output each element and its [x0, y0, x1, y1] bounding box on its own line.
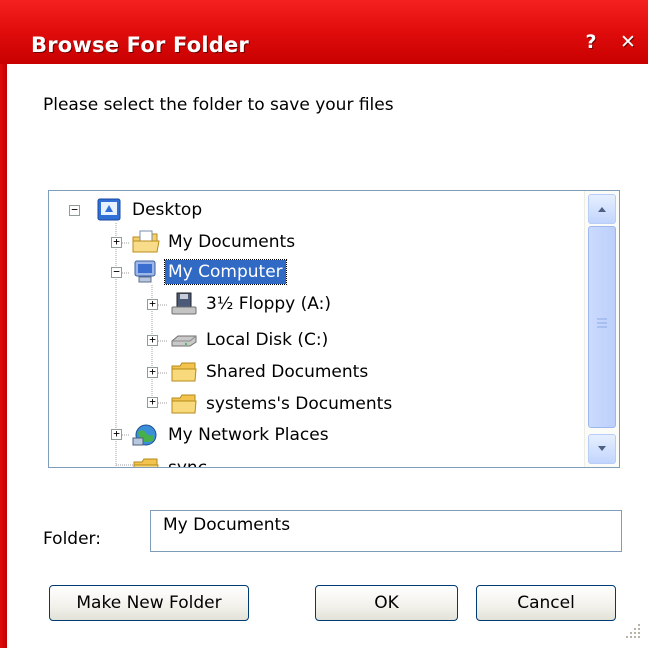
expander-floppy[interactable]: +: [147, 298, 158, 310]
folder-icon: [171, 362, 197, 382]
folder-label: Folder:: [43, 529, 101, 549]
hard-disk-icon: [171, 335, 197, 347]
scroll-down-button[interactable]: [588, 434, 616, 464]
floppy-drive-icon: [171, 292, 197, 315]
network-places-icon: [132, 424, 157, 446]
tree-item-label: systems's Documents: [206, 394, 393, 414]
instruction-text: Please select the folder to save your fi…: [43, 95, 394, 115]
tree-item-sync[interactable]: sync: [131, 453, 210, 468]
arrow-up-icon: [598, 207, 606, 212]
tree-item-label: Shared Documents: [206, 362, 369, 382]
window-title: Browse For Folder: [31, 33, 249, 57]
tree-item-shared-documents[interactable]: Shared Documents: [169, 357, 371, 387]
tree-item-desktop[interactable]: Desktop: [95, 195, 205, 225]
close-button[interactable]: ✕: [617, 30, 639, 54]
tree-item-my-documents[interactable]: My Documents: [131, 227, 298, 257]
tree-item-label: My Documents: [168, 232, 296, 252]
expander-my-computer[interactable]: −: [111, 266, 122, 278]
tree-item-network-places[interactable]: My Network Places: [131, 420, 332, 450]
tree-vertical-scrollbar[interactable]: [584, 191, 619, 467]
expander-my-documents[interactable]: +: [111, 236, 122, 248]
tree-item-label: Local Disk (C:): [206, 330, 329, 350]
make-new-folder-button[interactable]: Make New Folder: [49, 585, 249, 621]
expander-shared-documents[interactable]: +: [147, 366, 158, 378]
scroll-up-button[interactable]: [588, 194, 616, 224]
browse-for-folder-dialog: Browse For Folder ? ✕ Please select the …: [0, 0, 648, 648]
folder-name-input[interactable]: [150, 510, 622, 552]
my-computer-icon: [134, 260, 156, 283]
cancel-button[interactable]: Cancel: [476, 585, 616, 621]
folder-icon: [133, 458, 159, 467]
tree-item-label: 3½ Floppy (A:): [206, 294, 331, 314]
folder-icon: [171, 394, 197, 414]
expander-desktop[interactable]: −: [69, 204, 80, 216]
window-left-border: [0, 64, 7, 648]
my-documents-icon: [132, 230, 160, 253]
expander-systems-documents[interactable]: +: [147, 396, 158, 408]
ok-button[interactable]: OK: [315, 585, 458, 621]
tree-item-floppy[interactable]: 3½ Floppy (A:): [169, 289, 334, 319]
help-button[interactable]: ?: [580, 30, 602, 54]
tree-item-label: sync: [168, 458, 208, 468]
grip-lines-icon: [597, 318, 607, 328]
desktop-icon: [97, 198, 121, 221]
arrow-down-icon: [598, 446, 606, 451]
tree-item-systems-documents[interactable]: systems's Documents: [169, 389, 395, 419]
tree-item-label: My Network Places: [168, 425, 329, 445]
resize-grip-icon[interactable]: [622, 620, 644, 642]
tree-item-label: Desktop: [132, 200, 203, 220]
tree-item-my-computer[interactable]: My Computer: [131, 257, 287, 287]
expander-network-places[interactable]: +: [111, 428, 122, 440]
folder-tree[interactable]: − Desktop + My Documents − My Computer +…: [48, 190, 620, 468]
expander-local-disk[interactable]: +: [147, 334, 158, 346]
scrollbar-thumb[interactable]: [588, 226, 616, 428]
tree-item-label-selected: My Computer: [164, 259, 287, 285]
tree-item-local-disk[interactable]: Local Disk (C:): [169, 325, 331, 355]
